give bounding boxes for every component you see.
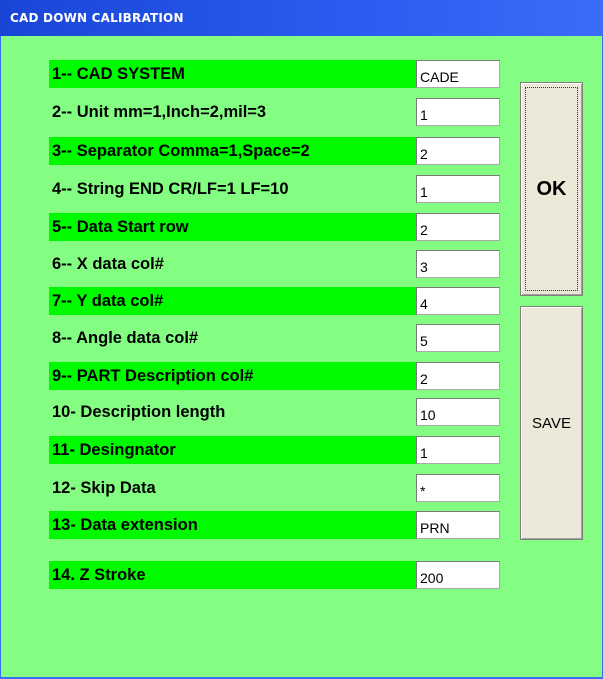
setting-label-cad-system: 1-- CAD SYSTEM — [52, 65, 185, 83]
setting-row-data-start-row: 5-- Data Start row — [49, 213, 416, 241]
setting-label-separator: 3-- Separator Comma=1,Space=2 — [52, 142, 310, 160]
focus-rect — [525, 87, 578, 291]
setting-label-data-extension: 13- Data extension — [52, 516, 198, 534]
setting-label-data-start-row: 5-- Data Start row — [52, 218, 189, 236]
setting-row-cad-system: 1-- CAD SYSTEM — [49, 60, 416, 88]
save-button[interactable]: SAVE — [520, 306, 583, 540]
setting-row-string-end: 4-- String END CR/LF=1 LF=10 — [49, 175, 416, 203]
setting-row-y-col: 7-- Y data col# — [49, 287, 416, 315]
setting-row-x-col: 6-- X data col# — [49, 250, 416, 278]
setting-label-z-stroke: 14. Z Stroke — [52, 566, 146, 584]
setting-label-y-col: 7-- Y data col# — [52, 292, 164, 310]
setting-label-skip-data: 12- Skip Data — [52, 479, 156, 497]
y-col-field[interactable] — [416, 287, 500, 315]
title-bar: CAD DOWN CALIBRATION — [0, 0, 603, 37]
setting-row-designator: 11- Desingnator — [49, 436, 416, 464]
setting-label-unit: 2-- Unit mm=1,Inch=2,mil=3 — [52, 103, 267, 121]
setting-row-separator: 3-- Separator Comma=1,Space=2 — [49, 137, 416, 165]
separator-field[interactable] — [416, 137, 500, 165]
unit-field[interactable] — [416, 98, 500, 126]
z-stroke-field[interactable] — [416, 561, 500, 589]
setting-label-string-end: 4-- String END CR/LF=1 LF=10 — [52, 180, 289, 198]
skip-data-field[interactable] — [416, 474, 500, 502]
setting-row-data-extension: 13- Data extension — [49, 511, 416, 539]
setting-row-skip-data: 12- Skip Data — [49, 474, 416, 502]
angle-col-field[interactable] — [416, 324, 500, 352]
string-end-field[interactable] — [416, 175, 500, 203]
setting-label-designator: 11- Desingnator — [52, 441, 176, 459]
setting-row-description-length: 10- Description length — [49, 398, 416, 426]
x-col-field[interactable] — [416, 250, 500, 278]
data-start-row-field[interactable] — [416, 213, 500, 241]
description-length-field[interactable] — [416, 398, 500, 426]
setting-label-part-description-col: 9-- PART Description col# — [52, 367, 254, 385]
cad-system-field[interactable] — [416, 60, 500, 88]
save-button-label: SAVE — [532, 414, 571, 432]
setting-row-unit: 2-- Unit mm=1,Inch=2,mil=3 — [49, 98, 416, 126]
setting-label-x-col: 6-- X data col# — [52, 255, 164, 273]
setting-row-part-description-col: 9-- PART Description col# — [49, 362, 416, 390]
ok-button[interactable]: OK — [520, 82, 583, 296]
setting-row-angle-col: 8-- Angle data col# — [49, 324, 416, 352]
setting-label-angle-col: 8-- Angle data col# — [52, 329, 199, 347]
part-description-col-field[interactable] — [416, 362, 500, 390]
setting-label-description-length: 10- Description length — [52, 403, 226, 421]
designator-field[interactable] — [416, 436, 500, 464]
window-title: CAD DOWN CALIBRATION — [10, 11, 184, 25]
data-extension-field[interactable] — [416, 511, 500, 539]
setting-row-z-stroke: 14. Z Stroke — [49, 561, 416, 589]
